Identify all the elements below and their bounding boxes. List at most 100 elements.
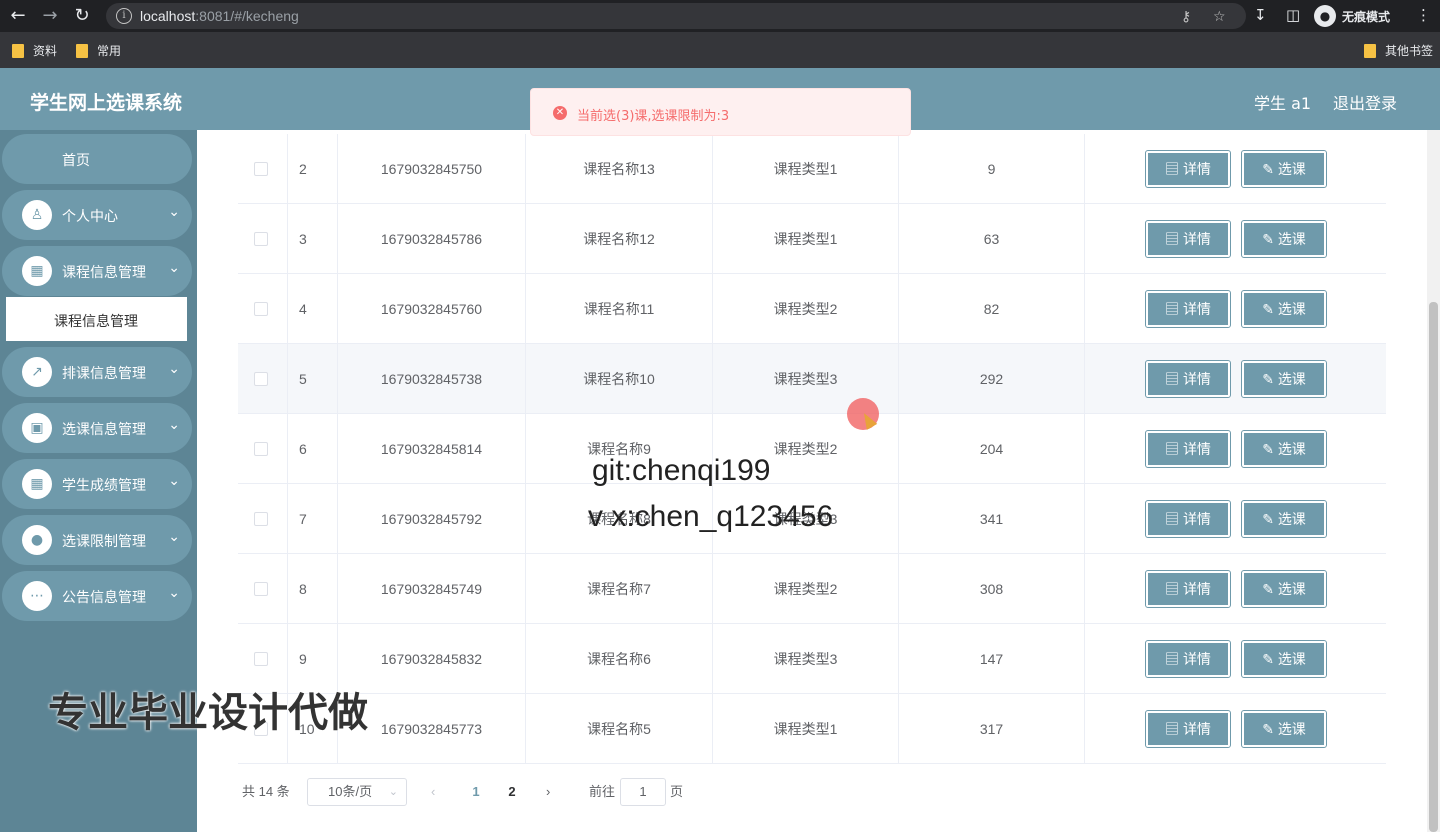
select-course-button[interactable]: ✎ 选课 — [1241, 570, 1327, 608]
prev-page-icon[interactable]: ‹ — [431, 778, 435, 806]
edit-icon: ✎ — [1262, 161, 1278, 177]
table-row[interactable]: 5 1679032845738 课程名称10 课程类型3 292 ▤ 详情 ✎ 选课 — [238, 344, 1386, 414]
star-icon[interactable]: ☆ — [1213, 9, 1226, 25]
page-number[interactable]: 1 — [462, 778, 490, 806]
row-checkbox[interactable] — [254, 652, 268, 666]
download-icon[interactable]: ↧ — [1254, 6, 1267, 24]
document-icon: ▤ — [1165, 441, 1183, 457]
course-name: 课程名称11 — [526, 274, 713, 344]
logout-link[interactable]: 退出登录 — [1333, 90, 1397, 114]
address-bar[interactable]: i localhost:8081/#/kecheng ⚷ ☆ — [106, 3, 1246, 29]
course-name: 课程名称5 — [526, 694, 713, 764]
document-icon: ▤ — [1165, 231, 1183, 247]
scroll-thumb[interactable] — [1429, 302, 1438, 832]
edit-icon: ✎ — [1262, 371, 1278, 387]
sidebar-item-home[interactable]: 首页 — [2, 134, 192, 184]
sidebar-item-profile[interactable]: ♙ 个人中心 ⌄ — [2, 190, 192, 240]
select-course-button[interactable]: ✎ 选课 — [1241, 500, 1327, 538]
sidebar-item-limit[interactable]: ● 选课限制管理 ⌄ — [2, 515, 192, 565]
select-course-button[interactable]: ✎ 选课 — [1241, 640, 1327, 678]
key-icon[interactable]: ⚷ — [1181, 9, 1191, 25]
sidebar-item-course-info[interactable]: ▦ 课程信息管理 ⌄ — [2, 246, 192, 296]
detail-button[interactable]: ▤ 详情 — [1145, 500, 1231, 538]
row-checkbox[interactable] — [254, 162, 268, 176]
other-bookmarks[interactable]: 其他书签 — [1364, 42, 1433, 59]
chevron-down-icon: ⌄ — [168, 529, 180, 545]
detail-button[interactable]: ▤ 详情 — [1145, 710, 1231, 748]
menu-dots-icon[interactable]: ⋮ — [1416, 6, 1431, 24]
detail-button[interactable]: ▤ 详情 — [1145, 360, 1231, 398]
select-course-button[interactable]: ✎ 选课 — [1241, 290, 1327, 328]
row-checkbox[interactable] — [254, 232, 268, 246]
scrollbar[interactable] — [1427, 130, 1440, 832]
sidebar-item-selection[interactable]: ▣ 选课信息管理 ⌄ — [2, 403, 192, 453]
page-size-select[interactable]: 10条/页 ⌄ — [307, 778, 407, 806]
row-checkbox[interactable] — [254, 302, 268, 316]
info-icon[interactable]: i — [116, 8, 132, 24]
sidepanel-icon[interactable]: ◫ — [1286, 6, 1300, 24]
page-number[interactable]: 2 — [498, 778, 526, 806]
goto-page-input[interactable]: 1 — [620, 778, 666, 806]
select-course-button[interactable]: ✎ 选课 — [1241, 710, 1327, 748]
row-checkbox[interactable] — [254, 372, 268, 386]
table-row[interactable]: 2 1679032845750 课程名称13 课程类型1 9 ▤ 详情 ✎ 选课 — [238, 134, 1386, 204]
table-row[interactable]: 6 1679032845814 课程名称9 课程类型2 204 ▤ 详情 ✎ 选课 — [238, 414, 1386, 484]
grid-icon: ▦ — [22, 256, 52, 286]
sidebar-item-schedule[interactable]: ↗ 排课信息管理 ⌄ — [2, 347, 192, 397]
row-checkbox-cell — [238, 134, 288, 204]
row-actions: ▤ 详情 ✎ 选课 — [1085, 344, 1386, 414]
course-name: 课程名称13 — [526, 134, 713, 204]
row-checkbox[interactable] — [254, 442, 268, 456]
detail-button[interactable]: ▤ 详情 — [1145, 150, 1231, 188]
chevron-down-icon: ⌄ — [168, 361, 180, 377]
course-count: 341 — [899, 484, 1085, 554]
row-index: 8 — [288, 554, 338, 624]
course-code: 1679032845792 — [338, 484, 526, 554]
course-code: 1679032845738 — [338, 344, 526, 414]
monitor-icon: ▣ — [22, 413, 52, 443]
submenu-item-course-info[interactable]: 课程信息管理 — [6, 297, 187, 341]
row-index: 7 — [288, 484, 338, 554]
browser-toolbar: ← → ↻ i localhost:8081/#/kecheng ⚷ ☆ ↧ ◫… — [0, 0, 1440, 32]
select-course-button[interactable]: ✎ 选课 — [1241, 430, 1327, 468]
table-row[interactable]: 3 1679032845786 课程名称12 课程类型1 63 ▤ 详情 ✎ 选课 — [238, 204, 1386, 274]
course-code: 1679032845786 — [338, 204, 526, 274]
table-row[interactable]: 8 1679032845749 课程名称7 课程类型2 308 ▤ 详情 ✎ 选课 — [238, 554, 1386, 624]
sidebar-item-grades[interactable]: ▦ 学生成绩管理 ⌄ — [2, 459, 192, 509]
forward-icon[interactable]: → — [40, 6, 60, 26]
detail-button[interactable]: ▤ 详情 — [1145, 570, 1231, 608]
course-code: 1679032845760 — [338, 274, 526, 344]
course-count: 292 — [899, 344, 1085, 414]
bookmark-folder[interactable]: 资料 — [12, 42, 57, 59]
detail-button[interactable]: ▤ 详情 — [1145, 430, 1231, 468]
table-row[interactable]: 9 1679032845832 课程名称6 课程类型3 147 ▤ 详情 ✎ 选课 — [238, 624, 1386, 694]
incognito-badge[interactable]: ● 无痕模式 — [1314, 4, 1390, 28]
row-checkbox[interactable] — [254, 582, 268, 596]
next-page-icon[interactable]: › — [546, 778, 550, 806]
course-count: 147 — [899, 624, 1085, 694]
bookmark-bar: 资料 常用 其他书签 — [0, 32, 1440, 68]
course-name: 课程名称6 — [526, 624, 713, 694]
course-name: 课程名称12 — [526, 204, 713, 274]
detail-button[interactable]: ▤ 详情 — [1145, 220, 1231, 258]
select-course-button[interactable]: ✎ 选课 — [1241, 220, 1327, 258]
course-count: 317 — [899, 694, 1085, 764]
course-type: 课程类型2 — [713, 554, 899, 624]
back-icon[interactable]: ← — [8, 6, 28, 26]
detail-button[interactable]: ▤ 详情 — [1145, 640, 1231, 678]
select-course-button[interactable]: ✎ 选课 — [1241, 360, 1327, 398]
select-course-button[interactable]: ✎ 选课 — [1241, 150, 1327, 188]
sidebar-item-notice[interactable]: ⋯ 公告信息管理 ⌄ — [2, 571, 192, 621]
table-row[interactable]: 10 1679032845773 课程名称5 课程类型1 317 ▤ 详情 ✎ 选课 — [238, 694, 1386, 764]
row-checkbox-cell — [238, 414, 288, 484]
watermark-git: git:chenqi199 — [592, 454, 771, 487]
detail-button[interactable]: ▤ 详情 — [1145, 290, 1231, 328]
document-icon: ▤ — [1165, 651, 1183, 667]
row-checkbox[interactable] — [254, 512, 268, 526]
url-text[interactable]: localhost:8081/#/kecheng — [140, 8, 299, 24]
course-code: 1679032845749 — [338, 554, 526, 624]
table-row[interactable]: 4 1679032845760 课程名称11 课程类型2 82 ▤ 详情 ✎ 选课 — [238, 274, 1386, 344]
document-icon: ▤ — [1165, 301, 1183, 317]
reload-icon[interactable]: ↻ — [72, 6, 92, 26]
bookmark-folder[interactable]: 常用 — [76, 42, 121, 59]
